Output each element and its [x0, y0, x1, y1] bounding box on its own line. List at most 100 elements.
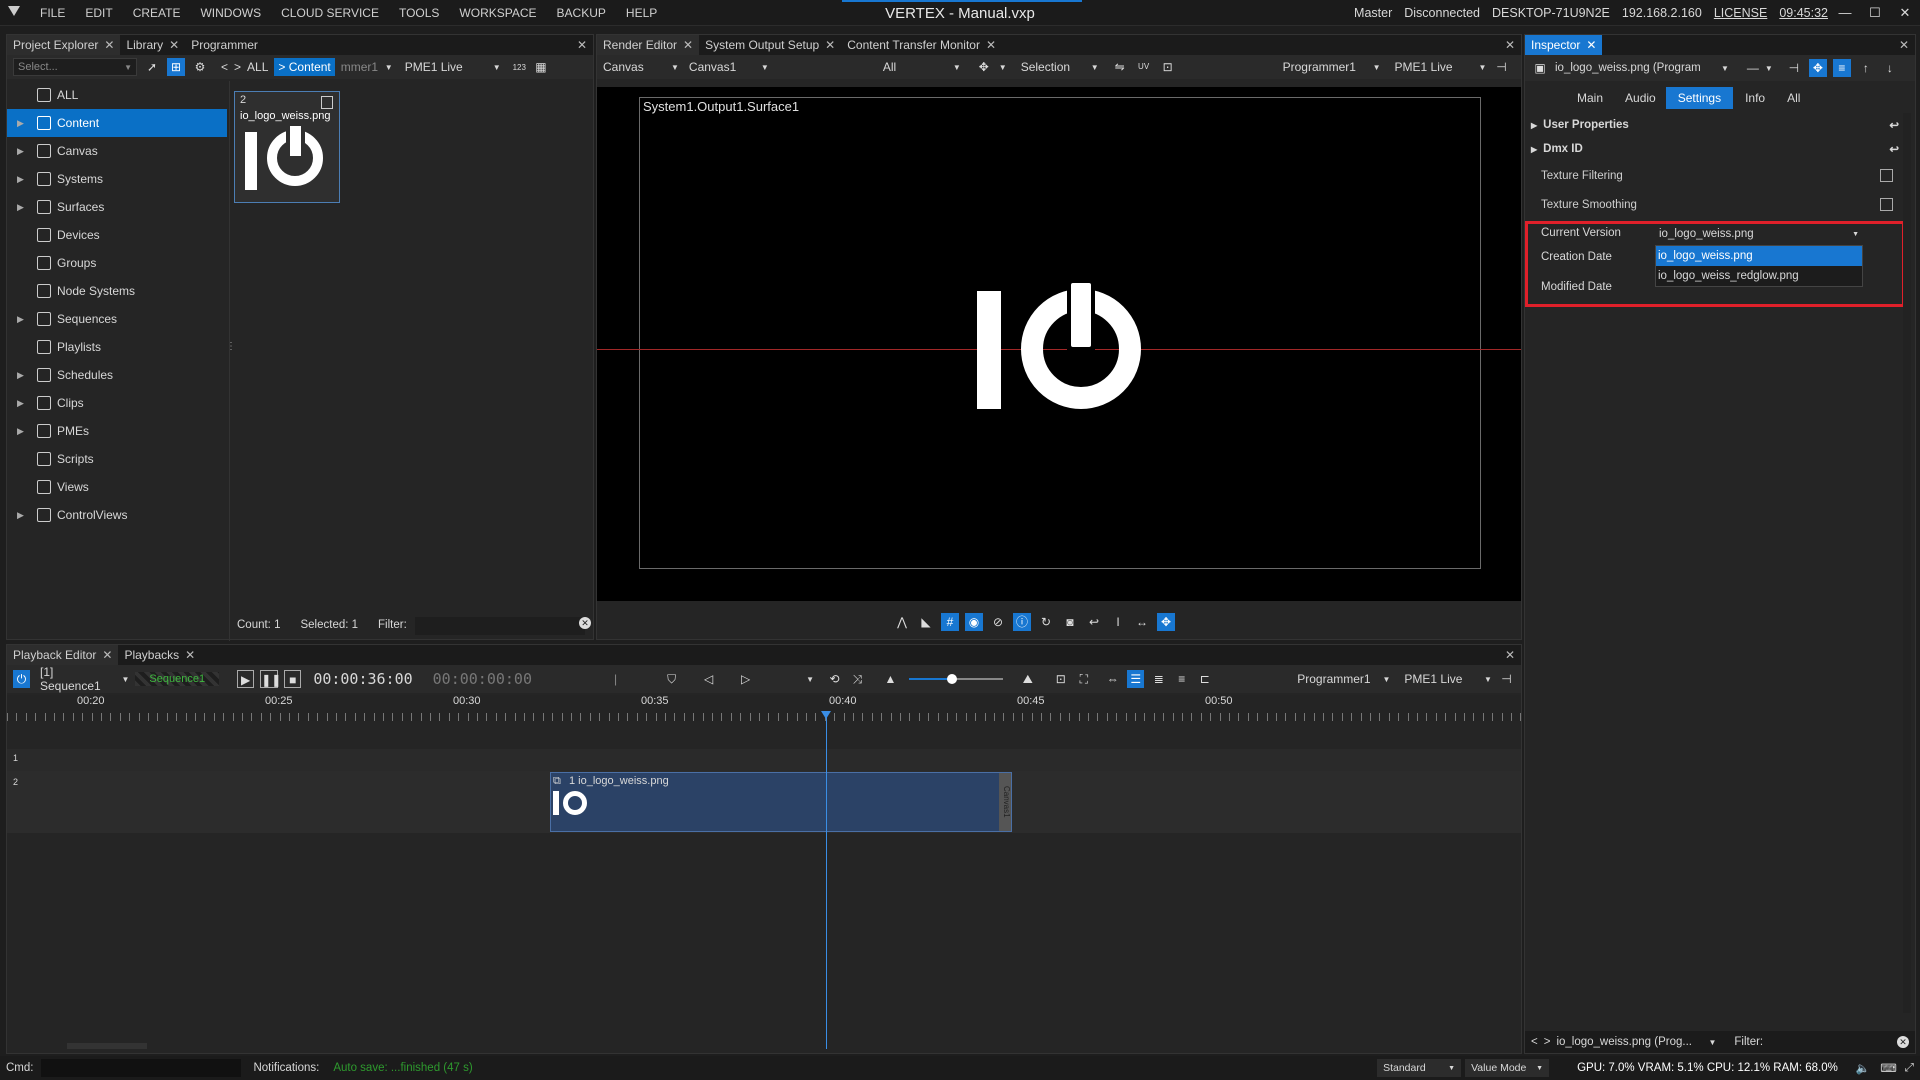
minus-icon[interactable]: —	[1747, 61, 1759, 75]
gear-icon[interactable]: ⚙	[191, 58, 209, 76]
sequence-select[interactable]: [1] Sequence1	[40, 665, 116, 693]
chevron-down-icon[interactable]: ▼	[1852, 231, 1859, 238]
tree-item-node-systems[interactable]: Node Systems	[7, 277, 227, 305]
pme-select[interactable]: PME1 Live	[1395, 60, 1473, 74]
menu-windows[interactable]: WINDOWS	[190, 0, 271, 26]
close-icon[interactable]: ✕	[185, 645, 195, 665]
subtab-audio[interactable]: Audio	[1615, 87, 1666, 109]
chevron-down-icon[interactable]: ▼	[493, 63, 501, 72]
shuffle-icon[interactable]: ⤨	[849, 670, 866, 688]
chevron-right-icon[interactable]: ▶	[17, 361, 24, 389]
ruler-icon[interactable]: ◣	[917, 613, 935, 631]
section-user-properties[interactable]: ▶ User Properties ↩	[1525, 113, 1905, 137]
mountain-icon[interactable]: ▲	[882, 670, 899, 688]
info-icon[interactable]: ⓘ	[1013, 613, 1031, 631]
inspector-scrollbar[interactable]	[1903, 113, 1911, 1013]
close-icon[interactable]: ✕	[102, 645, 112, 665]
close-icon[interactable]: ✕	[104, 35, 114, 55]
tree-item-schedules[interactable]: ▶ Schedules	[7, 361, 227, 389]
lines-icon[interactable]: ≡	[1173, 670, 1190, 688]
uv-icon[interactable]: UV	[1135, 58, 1153, 76]
cursor-icon[interactable]: I	[1109, 613, 1127, 631]
chevron-right-icon[interactable]: ▶	[17, 193, 24, 221]
menu-help[interactable]: HELP	[616, 0, 667, 26]
tree-item-groups[interactable]: Groups	[7, 249, 227, 277]
tab-inspector[interactable]: Inspector ✕	[1525, 35, 1603, 55]
close-icon[interactable]: ✕	[986, 35, 996, 55]
loop-icon[interactable]: ⟲	[826, 670, 843, 688]
grid-icon[interactable]: #	[941, 613, 959, 631]
menu-tools[interactable]: TOOLS	[389, 0, 449, 26]
undo-icon[interactable]: ↩	[1085, 613, 1103, 631]
align-icon[interactable]: ☰	[1127, 670, 1145, 688]
mountains-icon[interactable]: ⛰	[1019, 670, 1036, 688]
chevron-down-icon[interactable]: ▼	[1721, 64, 1729, 73]
mask-icon[interactable]: ⊘	[989, 613, 1007, 631]
chevron-down-icon[interactable]: ▼	[1373, 63, 1381, 72]
list-icon[interactable]: ≡	[1832, 59, 1851, 77]
tree-item-all[interactable]: ALL	[7, 81, 227, 109]
tab-content-transfer-monitor[interactable]: Content Transfer Monitor ✕	[841, 35, 1002, 55]
chevron-down-icon[interactable]: ▼	[385, 63, 393, 72]
zoom-slider-thumb[interactable]	[947, 674, 958, 684]
time-ruler[interactable]: 00:20 00:25 00:30 00:35 00:40 00:45 00:50	[7, 695, 1521, 721]
canvas-mode-select[interactable]: Canvas	[603, 60, 665, 74]
tree-item-content[interactable]: ▶ Content	[7, 109, 227, 137]
app-menu-icon[interactable]	[8, 6, 20, 16]
filter-input[interactable]	[415, 617, 585, 635]
chevron-right-icon[interactable]: ▶	[17, 389, 24, 417]
programmer-field[interactable]: mmer1	[341, 60, 379, 74]
panel-close-icon[interactable]: ✕	[577, 38, 587, 52]
horizontal-scrollbar[interactable]	[67, 1043, 147, 1049]
pin-icon[interactable]: ⊣	[1498, 670, 1515, 688]
shield-icon[interactable]: ⛉	[663, 670, 680, 688]
tab-playbacks[interactable]: Playbacks ✕	[118, 645, 201, 665]
texture-smoothing-checkbox[interactable]	[1880, 198, 1893, 211]
tree-item-sequences[interactable]: ▶ Sequences	[7, 305, 227, 333]
pme-select[interactable]: PME1 Live	[1404, 672, 1478, 686]
chevron-down-icon[interactable]: ▼	[999, 63, 1007, 72]
tree-item-views[interactable]: Views	[7, 473, 227, 501]
chevron-down-icon[interactable]: ▼	[122, 675, 130, 684]
subtab-all[interactable]: All	[1777, 87, 1810, 109]
arrow-up-icon[interactable]: ↑	[1857, 59, 1875, 77]
tab-render-editor[interactable]: Render Editor ✕	[597, 35, 700, 55]
chevron-right-icon[interactable]: ▶	[17, 137, 24, 165]
texture-filtering-checkbox[interactable]	[1880, 169, 1893, 182]
tab-programmer[interactable]: Programmer	[185, 35, 264, 55]
clear-filter-icon[interactable]: ✕	[579, 617, 591, 629]
zoom-fit-icon[interactable]: ⛶	[1075, 670, 1092, 688]
breadcrumb-all[interactable]: ALL	[247, 60, 268, 74]
back-button[interactable]: <	[1531, 1036, 1538, 1048]
stop-icon[interactable]: ■	[284, 670, 302, 688]
link-icon[interactable]: ⇔	[1104, 670, 1121, 688]
resize-icon[interactable]: ⤢	[1905, 1062, 1914, 1075]
next-cue-icon[interactable]: ▷	[737, 670, 754, 688]
panel-close-icon[interactable]: ✕	[1899, 38, 1909, 52]
chevron-down-icon[interactable]: ▼	[1383, 675, 1391, 684]
camera-icon[interactable]: ◉	[965, 613, 983, 631]
content-tile[interactable]: 2 io_logo_weiss.png	[234, 91, 340, 203]
tree-item-surfaces[interactable]: ▶ Surfaces	[7, 193, 227, 221]
programmer-select[interactable]: Programmer1	[1297, 672, 1376, 686]
playhead-line[interactable]	[826, 713, 827, 1049]
chevron-down-icon[interactable]: ▼	[1479, 63, 1487, 72]
menu-cloud-service[interactable]: CLOUD SERVICE	[271, 0, 389, 26]
subtab-settings[interactable]: Settings	[1665, 87, 1734, 109]
license-link[interactable]: LICENSE	[1714, 6, 1768, 20]
tree-item-canvas[interactable]: ▶ Canvas	[7, 137, 227, 165]
forward-button[interactable]: >	[234, 60, 241, 74]
close-icon[interactable]: ✕	[1890, 0, 1920, 26]
selection-select[interactable]: Selection	[1021, 60, 1085, 74]
arrow-down-icon[interactable]: ↓	[1881, 59, 1899, 77]
chevron-right-icon[interactable]: ▶	[17, 305, 24, 333]
tree-item-devices[interactable]: Devices	[7, 221, 227, 249]
zoom-slider[interactable]	[908, 670, 1004, 688]
pointer-icon[interactable]: ➚	[143, 58, 161, 76]
tree-item-pmes[interactable]: ▶ PMEs	[7, 417, 227, 445]
mode-select[interactable]: Standard ▼	[1377, 1059, 1462, 1077]
play-icon[interactable]: ▶	[237, 670, 255, 688]
track-1[interactable]: 1	[7, 749, 1521, 771]
tree-item-playlists[interactable]: Playlists	[7, 333, 227, 361]
crop-icon[interactable]: ⊡	[1159, 58, 1177, 76]
